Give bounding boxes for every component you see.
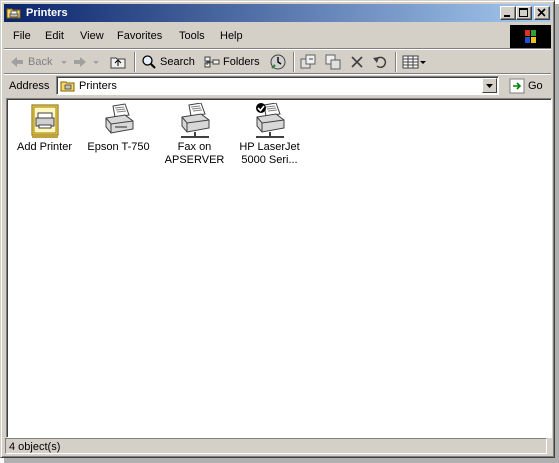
menu-file[interactable]: File: [13, 29, 31, 43]
status-bar: 4 object(s): [4, 437, 551, 455]
undo-button[interactable]: [372, 52, 388, 72]
shared-printer-item[interactable]: Fax on APSERVER: [157, 102, 232, 167]
menu-edit[interactable]: Edit: [45, 29, 64, 43]
back-arrow-icon: [11, 57, 23, 67]
forward-button[interactable]: [72, 52, 102, 72]
move-to-icon: [300, 54, 316, 69]
windows-flag-icon: [525, 30, 536, 43]
forward-dropdown-icon: [93, 61, 99, 64]
go-arrow-icon: [509, 78, 525, 94]
folders-icon: [204, 56, 220, 68]
menu-bar: File Edit View Favorites Tools Help: [4, 25, 508, 47]
window-shadow-bottom: [4, 458, 559, 463]
standard-toolbar: Back Search Folders: [4, 50, 551, 72]
network-printer-icon: [180, 102, 209, 138]
minimize-button[interactable]: [500, 6, 516, 20]
history-icon: [270, 54, 286, 70]
copy-to-button[interactable]: [324, 52, 342, 72]
minimize-icon: [504, 15, 510, 17]
printer-icon: [105, 103, 133, 134]
menu-tools[interactable]: Tools: [179, 29, 205, 43]
address-dropdown-button[interactable]: [482, 78, 497, 93]
item-label: Fax on: [177, 141, 212, 153]
item-label-2: APSERVER: [164, 154, 225, 166]
windows-logo: [510, 25, 551, 49]
address-bar: Address Printers Go: [4, 75, 551, 97]
item-label: Add Printer: [16, 141, 73, 153]
window-title: Printers: [26, 7, 68, 19]
maximize-icon: [519, 8, 528, 17]
default-network-printer-icon: [255, 102, 284, 138]
forward-arrow-icon: [74, 57, 86, 67]
explorer-window: Printers File Edit View Favorites Tools …: [0, 0, 555, 458]
back-button[interactable]: Back: [9, 52, 70, 72]
menu-help[interactable]: Help: [220, 29, 243, 43]
go-label: Go: [528, 80, 543, 92]
title-bar[interactable]: Printers: [4, 4, 551, 22]
add-printer-item[interactable]: Add Printer: [7, 103, 82, 154]
default-printer-item[interactable]: HP LaserJet 5000 Seri...: [232, 102, 307, 167]
address-value: Printers: [79, 80, 117, 92]
address-label: Address: [9, 80, 50, 92]
views-icon: [402, 55, 419, 69]
move-to-button[interactable]: [299, 52, 317, 72]
add-printer-wizard-icon: [31, 104, 58, 138]
search-icon: [142, 55, 156, 69]
status-pane: 4 object(s): [5, 438, 547, 454]
delete-icon: [351, 56, 363, 68]
close-icon: [537, 8, 546, 17]
item-label: Epson T-750: [87, 141, 150, 153]
printer-item[interactable]: Epson T-750: [81, 103, 156, 154]
printers-folder-icon: [6, 8, 21, 19]
close-button[interactable]: [534, 6, 550, 20]
item-label-2: 5000 Seri...: [241, 154, 298, 166]
item-label: HP LaserJet: [239, 141, 300, 153]
back-dropdown-icon: [61, 61, 68, 64]
maximize-button[interactable]: [516, 6, 532, 20]
go-button[interactable]: Go: [509, 76, 543, 96]
toolbar-separator-2: [293, 52, 295, 72]
menu-view[interactable]: View: [80, 29, 104, 43]
search-button[interactable]: Search: [141, 52, 195, 72]
status-text: 4 object(s): [9, 441, 61, 453]
views-button[interactable]: [402, 52, 428, 72]
views-dropdown-icon: [420, 61, 426, 64]
window-shadow-right: [555, 4, 559, 459]
chevron-down-icon: [486, 84, 493, 88]
address-field[interactable]: Printers: [56, 76, 499, 95]
undo-icon: [373, 56, 387, 69]
delete-button[interactable]: [349, 52, 365, 72]
printers-folder-small-icon: [60, 81, 75, 92]
up-folder-icon: [110, 57, 126, 69]
toolbar-separator: [134, 52, 136, 72]
history-button[interactable]: [269, 52, 287, 72]
toolbar-separator-3: [395, 52, 397, 72]
copy-to-icon: [325, 54, 341, 70]
menu-favorites[interactable]: Favorites: [117, 29, 162, 43]
folders-button[interactable]: Folders: [204, 52, 260, 72]
up-folder-button[interactable]: [110, 52, 126, 72]
file-list-view[interactable]: Add Printer Epson T-750 Fax on APSERVER …: [6, 98, 552, 438]
